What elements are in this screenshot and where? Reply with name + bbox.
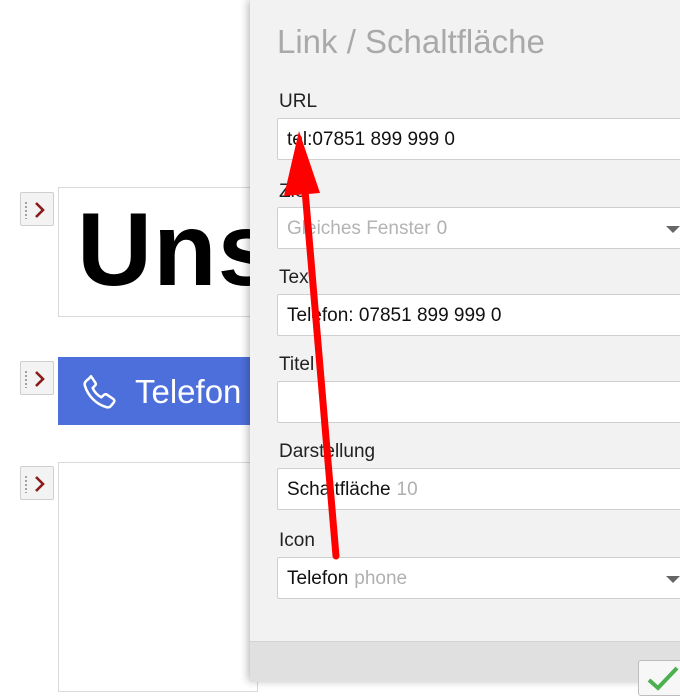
titel-input[interactable] [277,381,680,423]
heading-text: Uns [77,192,258,308]
link-dialog: Link / Schaltfläche URL tel:07851 899 99… [250,0,680,696]
darstellung-value: Schaltfläche 10 [287,479,418,500]
drag-grip-icon[interactable] [24,370,28,388]
text-label: Text [279,267,314,288]
chevron-down-icon[interactable] [666,226,680,233]
dialog-footer [250,641,680,696]
url-input[interactable]: tel:07851 899 999 0 [277,118,680,160]
block-handle-empty[interactable] [20,466,54,500]
text-value: Telefon: 07851 899 999 0 [287,305,502,326]
url-value: tel:07851 899 999 0 [287,129,455,150]
drag-grip-icon[interactable] [24,201,28,219]
chevron-down-icon[interactable] [666,576,680,583]
titel-label: Titel [279,354,315,375]
icon-value: Telefon phone [287,568,408,589]
text-input[interactable]: Telefon: 07851 899 999 0 [277,294,680,336]
chevron-right-icon [35,202,45,218]
icon-label: Icon [279,530,315,551]
chevron-right-icon [35,476,45,492]
ziel-value: Gleiches Fenster 0 [287,218,448,239]
chevron-right-icon [35,371,45,387]
darstellung-select[interactable]: Schaltfläche 10 [277,468,680,510]
check-icon [647,666,679,691]
darstellung-label: Darstellung [279,441,376,462]
phone-button-label: Telefon [135,373,242,410]
phone-icon [83,374,116,409]
block-handle-heading[interactable] [20,192,54,226]
heading-block[interactable]: Uns [58,187,258,317]
drag-grip-icon[interactable] [24,475,28,493]
empty-block[interactable] [58,462,258,692]
icon-select[interactable]: Telefon phone [277,557,680,599]
ziel-label: Ziel [279,181,310,202]
block-handle-button[interactable] [20,361,54,395]
ziel-select[interactable]: Gleiches Fenster 0 [277,207,680,249]
url-label: URL [279,91,318,112]
dialog-title: Link / Schaltfläche [277,23,545,60]
ok-button[interactable] [638,660,680,696]
